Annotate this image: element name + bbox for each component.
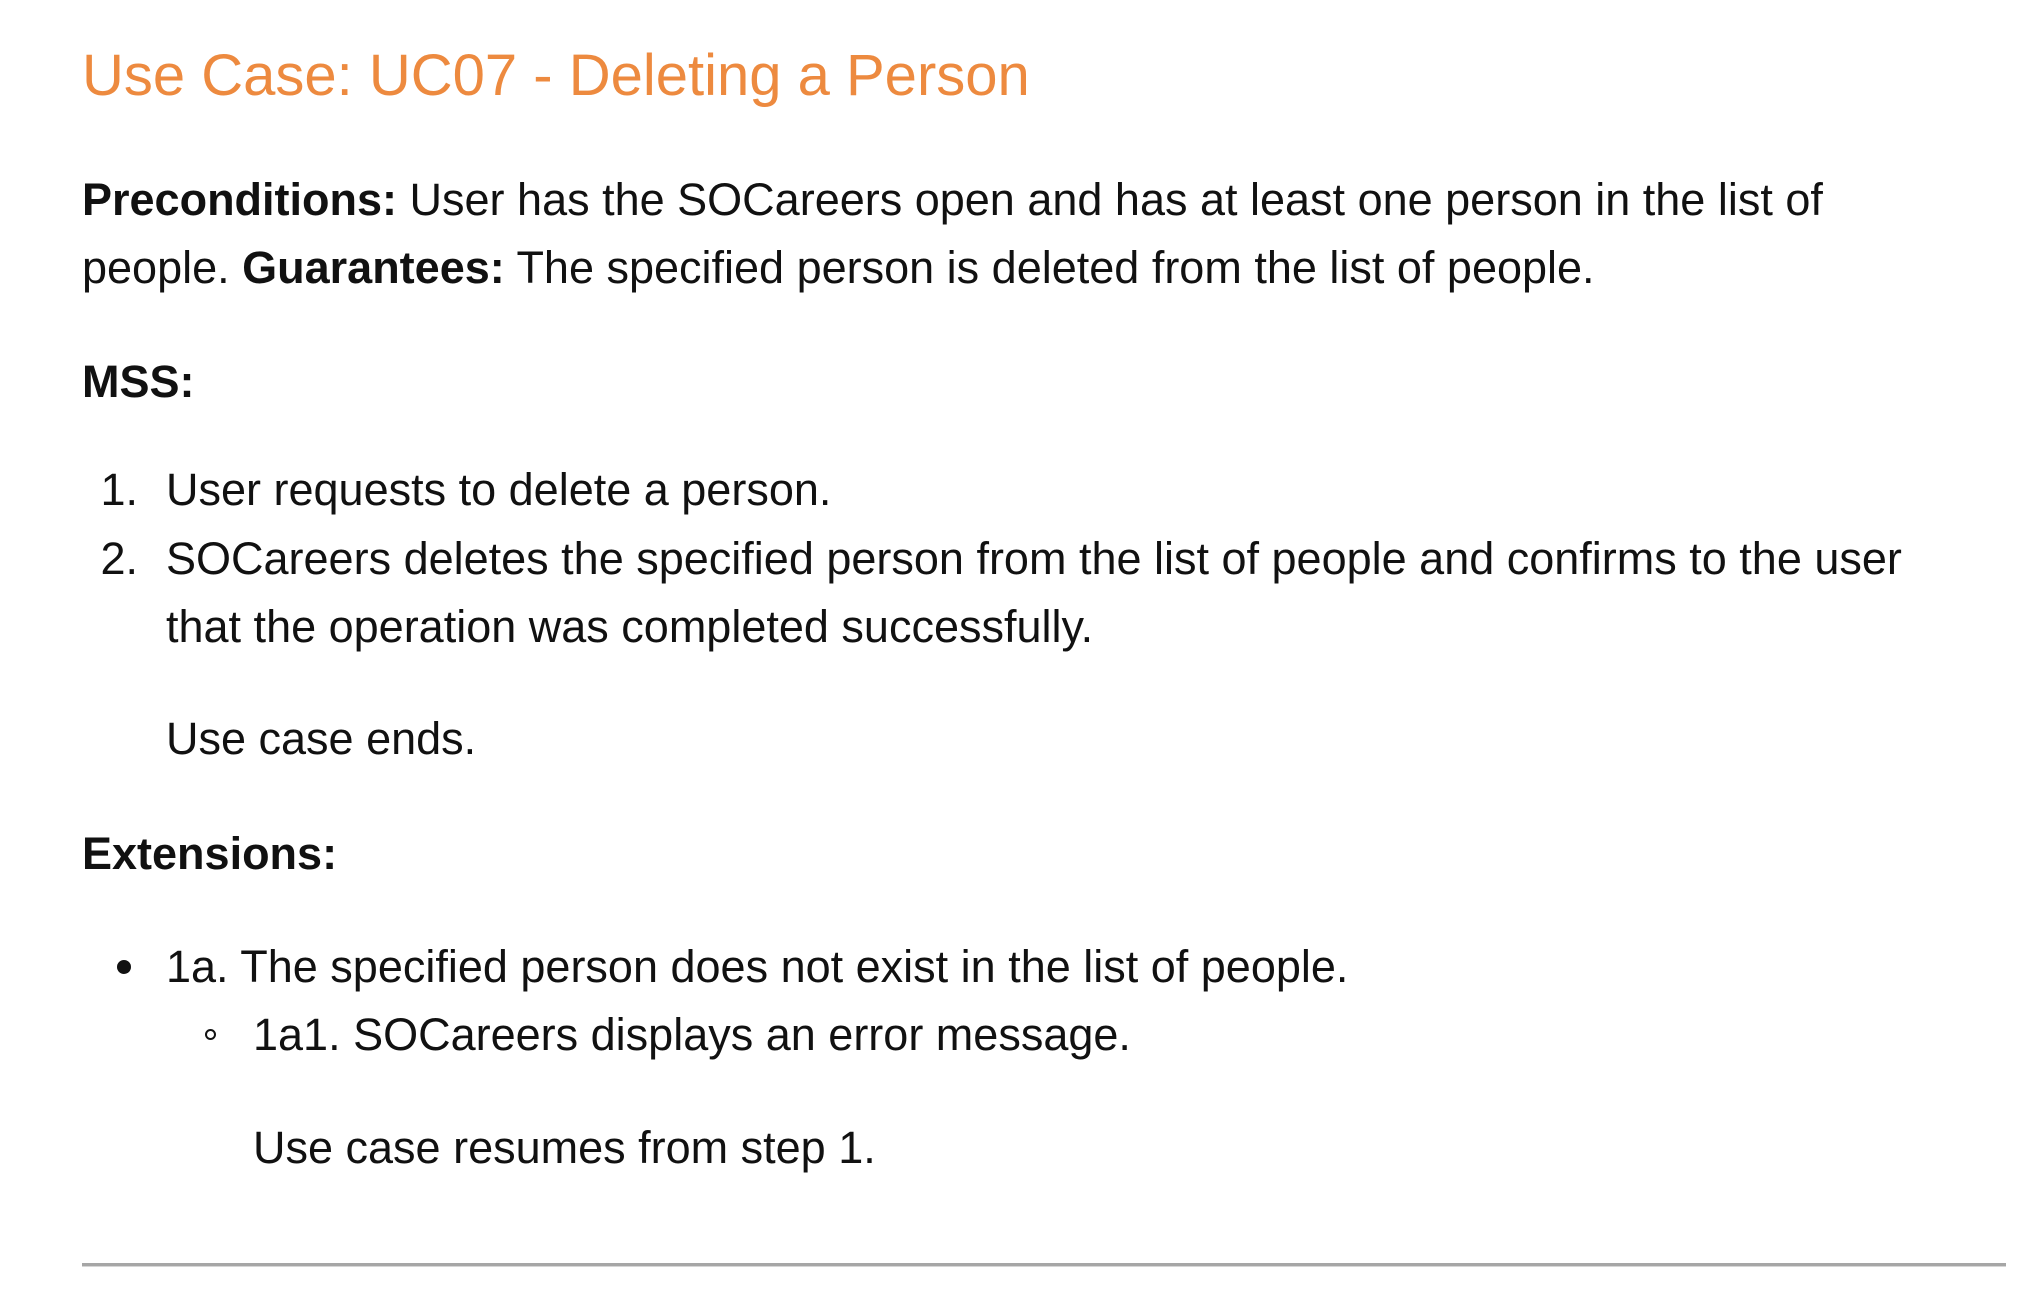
mss-heading: MSS:: [82, 356, 195, 407]
step-number: 1.: [100, 464, 138, 515]
preconditions-text-continued: people.: [82, 242, 243, 293]
guarantees-label: Guarantees:: [242, 242, 505, 293]
step-text: SOCareers deletes the specified person f…: [166, 533, 1902, 584]
guarantees-text: The specified person is deleted from the…: [504, 242, 1595, 293]
use-case-resumes-text: Use case resumes from step 1.: [253, 1122, 876, 1173]
step-text-continued: that the operation was completed success…: [166, 601, 1094, 652]
step-number: 2.: [100, 533, 138, 584]
conditions-paragraph: Preconditions: User has the SOCareers op…: [82, 166, 1982, 302]
horizontal-rule: [82, 1263, 2006, 1267]
preconditions-text: User has the SOCareers open and has at l…: [397, 174, 1823, 225]
extensions-heading: Extensions:: [82, 828, 338, 879]
extension-text: 1a. The specified person does not exist …: [166, 941, 1349, 992]
use-case-ends-text: Use case ends.: [166, 713, 477, 764]
bullet-icon: [117, 960, 131, 974]
sub-bullet-icon: [205, 1029, 216, 1040]
preconditions-label: Preconditions:: [82, 174, 398, 225]
step-text: User requests to delete a person.: [166, 464, 832, 515]
sub-extension-text: 1a1. SOCareers displays an error message…: [253, 1009, 1131, 1060]
document-page: Use Case: UC07 - Deleting a Person Preco…: [0, 0, 2028, 1306]
page-title: Use Case: UC07 - Deleting a Person: [82, 43, 1030, 108]
